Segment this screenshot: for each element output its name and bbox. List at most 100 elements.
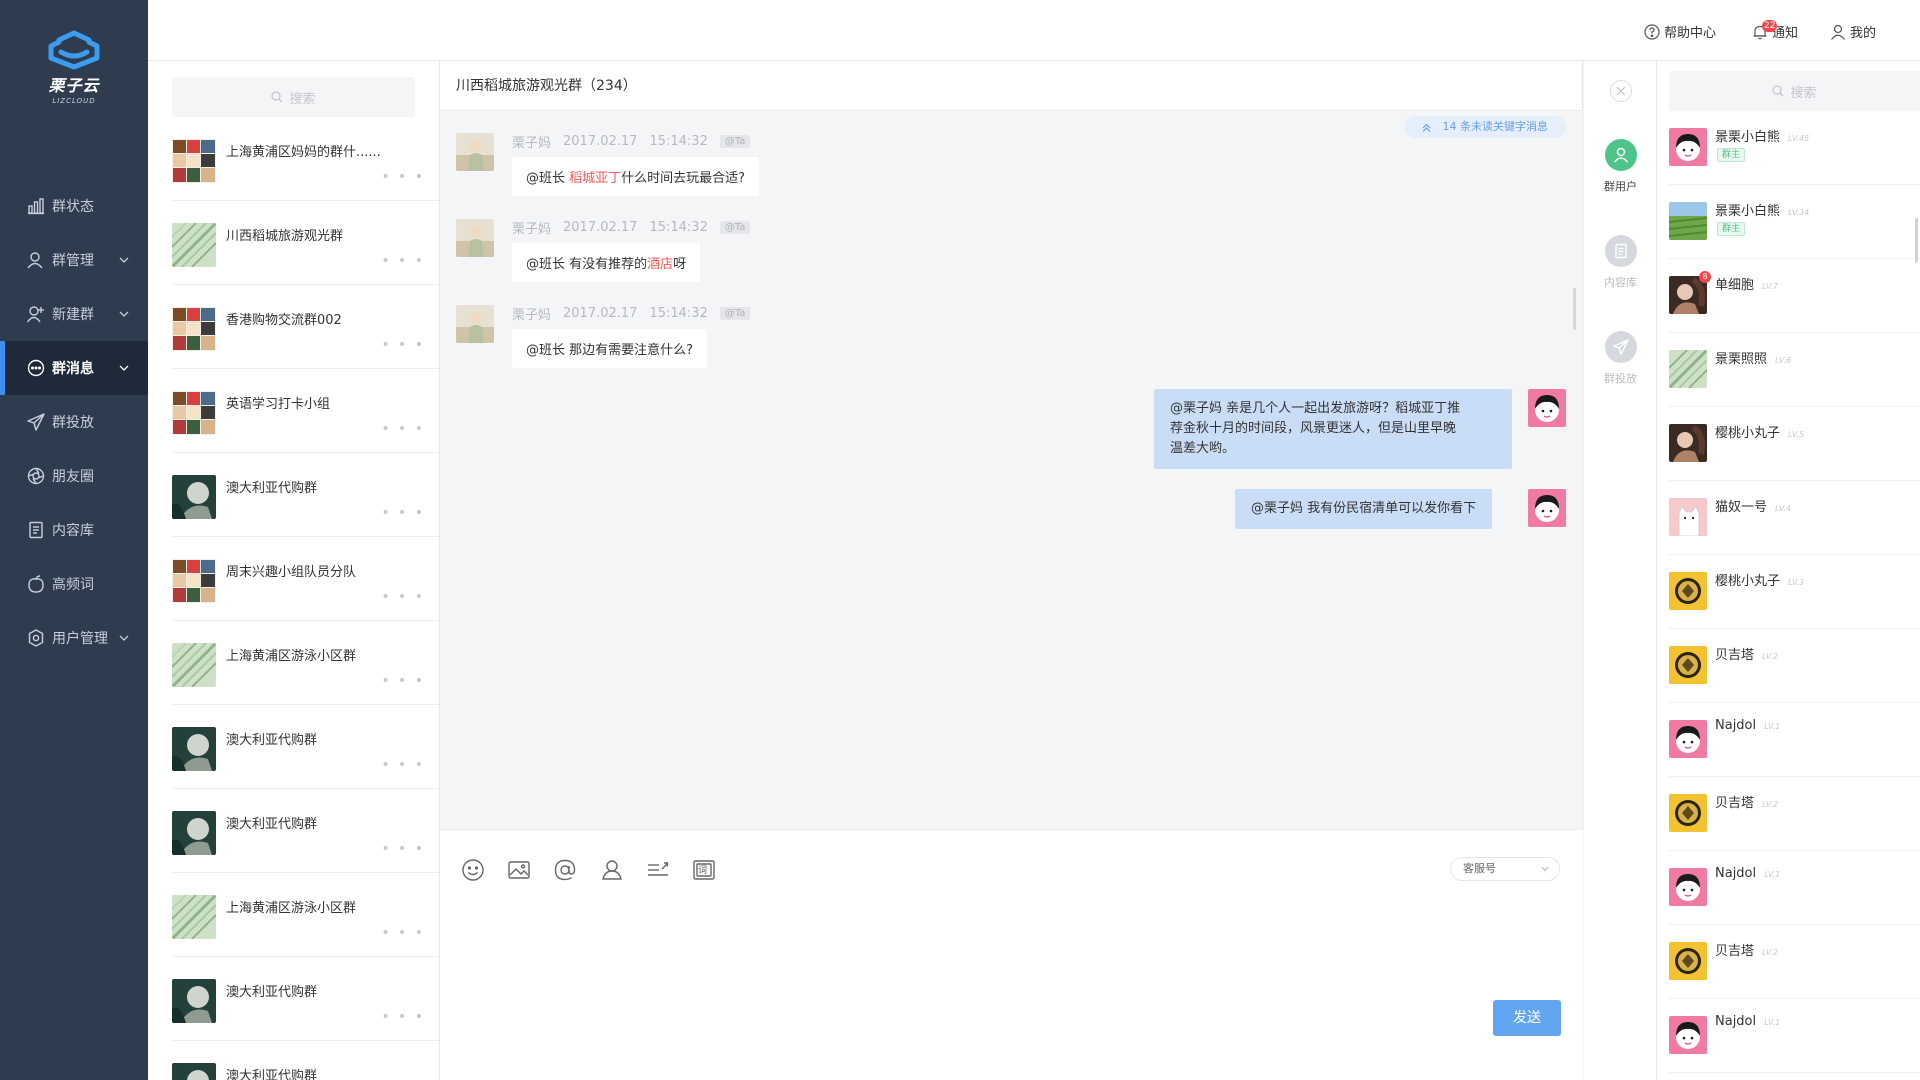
member-list-item[interactable]: 景栗小白熊 LV.45 群主	[1669, 111, 1920, 185]
member-list-item[interactable]: 猫奴一号 LV.4	[1669, 481, 1920, 555]
sender-name: 栗子妈	[512, 222, 552, 237]
keyword-icon[interactable]: 词	[691, 857, 717, 883]
more-options-icon[interactable]: • • •	[381, 673, 425, 689]
send-button[interactable]: 发送	[1493, 1000, 1561, 1036]
nav-item-group-push[interactable]: 群投放	[0, 395, 148, 449]
nav-item-label: 朋友圈	[52, 469, 94, 485]
image-icon[interactable]	[506, 857, 532, 883]
member-search-input[interactable]: 搜索	[1669, 71, 1920, 111]
member-list-item[interactable]: Najdol LV.1	[1669, 999, 1920, 1073]
member-list-item[interactable]: 樱桃小丸子 LV.5	[1669, 407, 1920, 481]
at-ta-button[interactable]: @Ta	[719, 221, 751, 234]
member-list-item[interactable]: 景栗照照 LV.6	[1669, 333, 1920, 407]
quick-reply-icon[interactable]	[645, 857, 671, 883]
message-line: @栗子妈 亲是几个人一起出发旅游呀？稻城亚丁推	[1170, 401, 1461, 416]
member-list-item[interactable]: 单细胞 LV.7 8	[1669, 259, 1920, 333]
more-options-icon[interactable]: • • •	[381, 757, 425, 773]
at-ta-button[interactable]: @Ta	[719, 135, 751, 148]
group-list-item[interactable]: 澳大利亚代购群• • •	[172, 957, 439, 1041]
member-list-item[interactable]: 贝吉塔 LV.2	[1669, 925, 1920, 999]
member-name-row: 樱桃小丸子 LV.5	[1715, 422, 1804, 441]
member-list-item[interactable]: Najdol LV.1	[1669, 851, 1920, 925]
message-time: 15:14:32	[649, 306, 708, 321]
group-users-label: 群用户	[1604, 180, 1637, 193]
member-avatar	[1669, 720, 1707, 758]
brand-logo[interactable]: 栗子云 LIZCLOUD	[0, 30, 148, 105]
group-list-item[interactable]: 上海黄浦区游泳小区群 • • •	[172, 621, 439, 705]
self-avatar[interactable]	[1528, 389, 1566, 427]
chat-title: 川西稻城旅游观光群（234）	[440, 61, 1582, 111]
sender-avatar[interactable]	[456, 133, 494, 171]
member-avatar	[1669, 942, 1707, 980]
group-list-item[interactable]: 上海黄浦区妈妈的群什...... • • •	[172, 117, 439, 201]
nav-item-group-manage[interactable]: 群管理	[0, 233, 148, 287]
group-list-item[interactable]: 澳大利亚代购群 • • •	[172, 789, 439, 873]
group-list-item[interactable]: 英语学习打卡小组 • • •	[172, 369, 439, 453]
nav-item-moments[interactable]: 朋友圈	[0, 449, 148, 503]
group-list-item[interactable]: 澳大利亚代购群• • •	[172, 453, 439, 537]
smile-icon[interactable]	[460, 857, 486, 883]
group-list-item[interactable]: 川西稻城旅游观光群 • • •	[172, 201, 439, 285]
member-avatar	[1669, 498, 1707, 536]
contact-icon[interactable]	[599, 857, 625, 883]
more-options-icon[interactable]: • • •	[381, 505, 425, 521]
group-list-item[interactable]: 澳大利亚代购群• • •	[172, 1041, 439, 1080]
nav-item-label: 高频词	[52, 577, 94, 593]
content-library-tab[interactable]: 内容库	[1584, 235, 1657, 290]
unread-keyword-messages[interactable]: 14 条未读关键字消息	[1403, 116, 1566, 138]
account-select[interactable]: 客服号	[1450, 857, 1560, 881]
chat-scrollbar[interactable]	[1573, 288, 1576, 330]
nav-item-content-library[interactable]: 内容库	[0, 503, 148, 557]
message-text: @栗子妈 我有份民宿清单可以发你看下	[1251, 501, 1477, 516]
member-list-panel: 搜索 景栗小白熊 LV.45 群主 景栗小白熊 LV.34 群主 单细胞 LV.7 8 景栗照照 L…	[1657, 61, 1920, 1080]
keyword-highlight: 酒店	[647, 257, 674, 272]
my-account-link[interactable]: 我的	[1830, 22, 1876, 41]
member-list-item[interactable]: 樱桃小丸子 LV.3	[1669, 555, 1920, 629]
more-options-icon[interactable]: • • •	[381, 169, 425, 185]
bar-chart-icon	[26, 196, 46, 216]
group-list-item[interactable]: 澳大利亚代购群• • •	[172, 705, 439, 789]
sender-avatar[interactable]	[456, 305, 494, 343]
group-avatar	[172, 391, 216, 435]
group-list-item[interactable]: 香港购物交流群002 • • •	[172, 285, 439, 369]
group-name: 澳大利亚代购群	[226, 1069, 318, 1080]
question-circle-icon	[1644, 23, 1660, 40]
member-name-row: 景栗照照 LV.6	[1715, 348, 1791, 367]
nav-item-group-status[interactable]: 群状态	[0, 179, 148, 233]
close-panel-button[interactable]	[1610, 80, 1632, 102]
member-list-item[interactable]: 贝吉塔 LV.2	[1669, 629, 1920, 703]
more-options-icon[interactable]: • • •	[381, 841, 425, 857]
member-name: 樱桃小丸子	[1715, 426, 1781, 441]
nav-item-group-messages[interactable]: 群消息	[0, 341, 148, 395]
message-meta: 栗子妈 2017.02.17 15:14:32 @Ta	[512, 218, 762, 237]
group-push-tab[interactable]: 群投放	[1584, 331, 1657, 386]
notification-link[interactable]: 22 通知	[1752, 19, 1798, 41]
more-options-icon[interactable]: • • •	[381, 337, 425, 353]
member-list-item[interactable]: 贝吉塔 LV.2	[1669, 777, 1920, 851]
at-ta-button[interactable]: @Ta	[719, 307, 751, 320]
more-options-icon[interactable]: • • •	[381, 253, 425, 269]
more-options-icon[interactable]: • • •	[381, 1009, 425, 1025]
group-users-tab[interactable]: 群用户	[1584, 139, 1657, 194]
member-scrollbar[interactable]	[1915, 218, 1918, 263]
member-list-item[interactable]: Najdol LV.1	[1669, 703, 1920, 777]
more-options-icon[interactable]: • • •	[381, 925, 425, 941]
self-avatar[interactable]	[1528, 489, 1566, 527]
member-level: LV.34	[1788, 208, 1810, 217]
nav-item-user-manage[interactable]: 用户管理	[0, 611, 148, 665]
at-icon[interactable]	[552, 857, 578, 883]
more-options-icon[interactable]: • • •	[381, 421, 425, 437]
nav-item-new-group[interactable]: 新建群	[0, 287, 148, 341]
member-level: LV.1	[1764, 870, 1781, 879]
group-list-item[interactable]: 上海黄浦区游泳小区群 • • •	[172, 873, 439, 957]
message-outgoing-bubble: @栗子妈 我有份民宿清单可以发你看下	[1235, 489, 1493, 529]
message-input[interactable]	[460, 894, 1560, 1004]
sender-avatar[interactable]	[456, 219, 494, 257]
member-list-item[interactable]: 景栗小白熊 LV.34 群主	[1669, 185, 1920, 259]
more-options-icon[interactable]: • • •	[381, 589, 425, 605]
nav-item-frequent-words[interactable]: 高频词	[0, 557, 148, 611]
group-name: 澳大利亚代购群	[226, 817, 318, 832]
group-search-input[interactable]: 搜索	[172, 77, 415, 117]
group-list-item[interactable]: 周末兴趣小组队员分队 • • •	[172, 537, 439, 621]
help-center-link[interactable]: 帮助中心	[1644, 22, 1716, 41]
